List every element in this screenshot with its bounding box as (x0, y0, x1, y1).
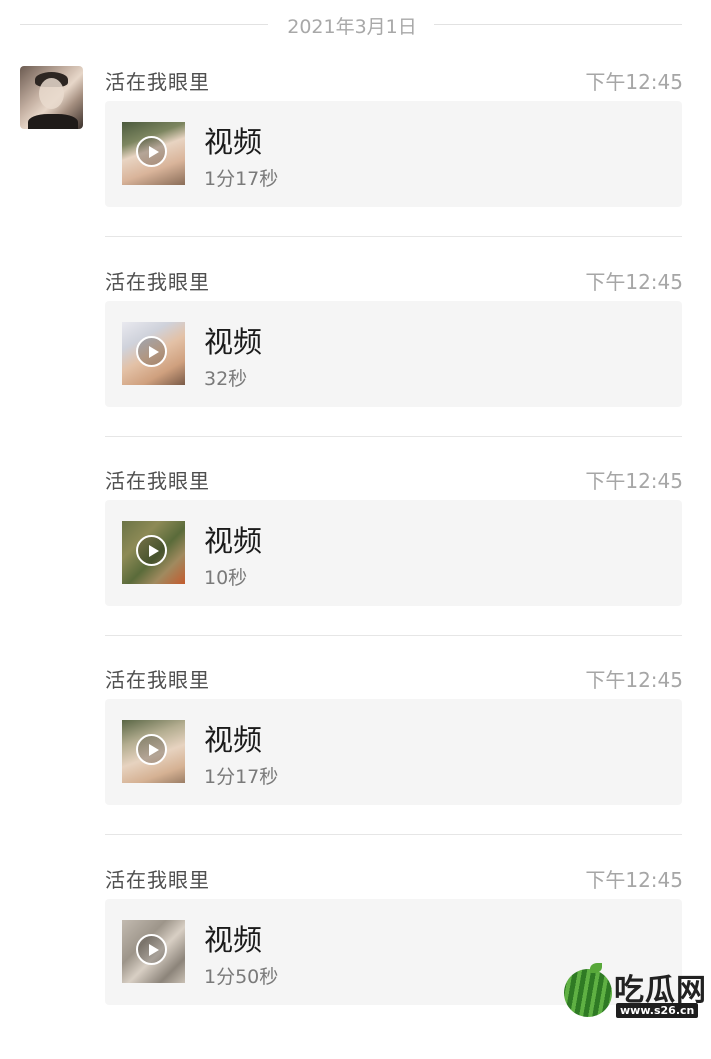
site-watermark: 吃瓜网 www.s26.cn (564, 963, 707, 1023)
sender-name: 活在我眼里 (105, 469, 210, 493)
divider-line-left (20, 24, 268, 25)
chat-message: 活在我眼里 下午12:45 视频 1分17秒 (0, 62, 711, 261)
video-duration: 1分17秒 (204, 168, 279, 190)
play-icon[interactable] (136, 535, 167, 566)
message-separator (105, 236, 682, 237)
chat-message: 活在我眼里 下午12:45 视频 1分50秒 (0, 860, 711, 1059)
sender-name: 活在我眼里 (105, 270, 210, 294)
message-separator (105, 436, 682, 437)
chat-message: 活在我眼里 下午12:45 视频 10秒 (0, 461, 711, 660)
video-duration: 10秒 (204, 567, 248, 589)
message-separator (105, 635, 682, 636)
play-icon[interactable] (136, 136, 167, 167)
date-label: 2021年3月1日 (287, 16, 417, 38)
video-title: 视频 (204, 125, 263, 159)
video-duration: 32秒 (204, 368, 248, 390)
message-time: 下午12:45 (585, 868, 683, 892)
chat-message: 活在我眼里 下午12:45 视频 32秒 (0, 262, 711, 461)
video-thumbnail[interactable] (122, 122, 185, 185)
video-card[interactable]: 视频 32秒 (105, 301, 682, 407)
video-thumbnail[interactable] (122, 920, 185, 983)
video-card[interactable]: 视频 1分17秒 (105, 101, 682, 207)
video-card[interactable]: 视频 10秒 (105, 500, 682, 606)
message-time: 下午12:45 (585, 70, 683, 94)
play-icon[interactable] (136, 934, 167, 965)
video-title: 视频 (204, 923, 263, 957)
video-title: 视频 (204, 524, 263, 558)
play-icon[interactable] (136, 336, 167, 367)
sender-name: 活在我眼里 (105, 668, 210, 692)
video-thumbnail[interactable] (122, 720, 185, 783)
watermark-url: www.s26.cn (616, 1003, 699, 1018)
message-time: 下午12:45 (585, 469, 683, 493)
play-icon[interactable] (136, 734, 167, 765)
video-title: 视频 (204, 325, 263, 359)
video-thumbnail[interactable] (122, 521, 185, 584)
watermelon-icon (564, 969, 612, 1017)
video-title: 视频 (204, 723, 263, 757)
message-time: 下午12:45 (585, 270, 683, 294)
sender-name: 活在我眼里 (105, 70, 210, 94)
date-divider: 2021年3月1日 (0, 0, 711, 50)
video-duration: 1分50秒 (204, 966, 279, 988)
divider-line-right (434, 24, 682, 25)
video-duration: 1分17秒 (204, 766, 279, 788)
chat-message: 活在我眼里 下午12:45 视频 1分17秒 (0, 660, 711, 859)
message-time: 下午12:45 (585, 668, 683, 692)
video-thumbnail[interactable] (122, 322, 185, 385)
sender-name: 活在我眼里 (105, 868, 210, 892)
message-separator (105, 834, 682, 835)
video-card[interactable]: 视频 1分17秒 (105, 699, 682, 805)
